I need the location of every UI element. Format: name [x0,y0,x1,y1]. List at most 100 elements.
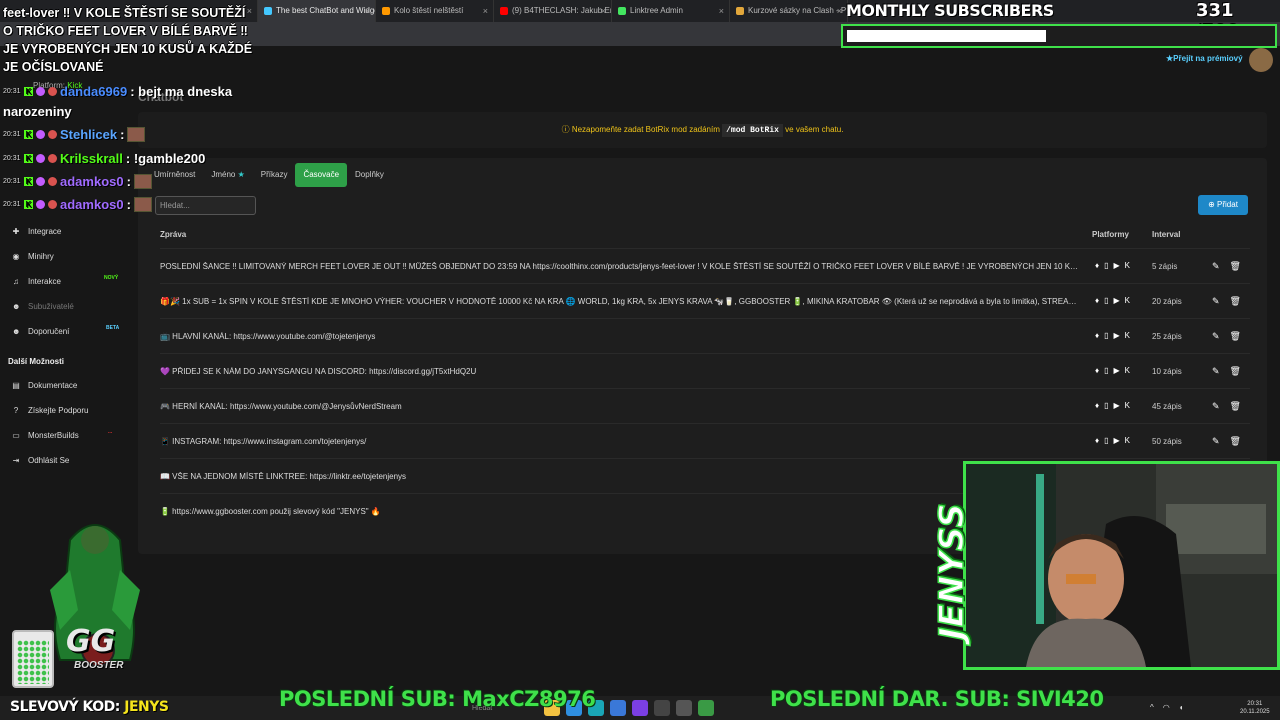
premium-link[interactable]: ★Přejít na prémiový [1166,54,1243,63]
row-actions: ✎ 🗑 [1212,436,1241,447]
gifter-badge-icon [48,177,57,186]
delete-icon[interactable]: 🗑 [1230,331,1241,342]
chat-time: 20:31 [3,88,21,95]
chat-username: Stehlicek [60,127,118,142]
timer-message: 💜 PŘIDEJ SE K NÁM DO JANYSGANGU NA DISCO… [160,367,477,376]
browser-tab[interactable]: Kolo štěstí nelštěstí × [376,0,494,22]
sidebar-more-heading: Další Možnosti [8,357,65,366]
system-clock[interactable]: 20:31 20.11.2025 [1240,700,1270,716]
close-tab-icon[interactable]: × [837,0,842,22]
app-icon[interactable] [698,700,714,716]
app-icon[interactable] [676,700,692,716]
platform-icons: ♦ ▯ ▶ K [1095,331,1130,340]
tab-moderation[interactable]: Umírněnost [146,163,203,187]
close-tab-icon[interactable]: × [601,0,606,22]
sidebar-item-získejte-podporu[interactable]: ? Získejte Podporu [12,406,89,415]
platform-icons: ♦ ▯ ▶ K [1095,366,1130,375]
chat-message: narozeniny [3,104,72,119]
timer-message: 🎁🎉 1x SUB = 1x SPIN V KOLE ŠTĚSTÍ KDE JE… [160,297,1080,306]
plus-icon: ⊕ [1208,200,1215,209]
column-header-message: Zpráva [160,230,187,239]
twitch-icon: ♦ [1095,296,1100,305]
chat-icon: ▯ [1104,366,1109,375]
booster-pattern [17,640,49,684]
delete-icon[interactable]: 🗑 [1230,401,1241,412]
edit-icon[interactable]: ✎ [1212,331,1220,342]
sidebar-item-interakce[interactable]: ♫ Interakce [12,277,61,286]
avatar[interactable] [1249,48,1273,72]
app-icon[interactable] [654,700,670,716]
delete-icon[interactable]: 🗑 [1230,296,1241,307]
chat-message: 20:31 Kadamkos0: [3,197,152,212]
twitch-icon: ♦ [1095,436,1100,445]
browser-tab[interactable]: (9) B4THECLASH: Jakub End × [494,0,612,22]
timer-interval: 10 zápis [1152,367,1182,376]
sidebar-item-label: MonsterBuilds [28,431,79,440]
sidebar-item-doporučení[interactable]: ☻ Doporučení [12,327,69,336]
help-icon: ? [13,406,19,415]
edit-icon[interactable]: ✎ [1212,366,1220,377]
sidebar-item-odhlásit-se[interactable]: ⇥ Odhlásit Se [12,456,70,465]
sidebar-item-integrace[interactable]: ✚ Integrace [12,227,62,236]
delete-icon[interactable]: 🗑 [1230,261,1241,272]
sidebar-item-subuživatelé[interactable]: ☻ Subuživatelé [12,302,74,311]
sidebar-item-dokumentace[interactable]: ▤ Dokumentace [12,381,77,390]
volume-icon[interactable]: ◖ [1179,703,1184,712]
chevron-up-icon[interactable]: ^ [1150,703,1154,712]
kick-icon: K [24,177,33,186]
wifi-icon[interactable]: ◠ [1163,703,1170,712]
sub-badge-icon [36,177,45,186]
monsterbuilds-badge: ... [108,429,113,435]
store-icon[interactable] [610,700,626,716]
search-input[interactable]: Hledat... [155,196,256,215]
screen: { "browser": { "tabs": [ {"label": "", "… [0,0,1280,720]
browser-tab[interactable]: Linktree Admin × [612,0,730,22]
edit-icon[interactable]: ✎ [1212,401,1220,412]
browser-tab[interactable]: The best ChatBot and Widgets × [258,0,376,22]
add-timer-button[interactable]: ⊕ Přidat [1198,195,1248,215]
edit-icon[interactable]: ✎ [1212,296,1220,307]
youtube-icon: ▶ [1113,296,1120,305]
kick-icon: K [24,154,33,163]
edit-icon[interactable]: ✎ [1212,261,1220,272]
kick-icon: K [1124,261,1130,270]
timer-interval: 20 zápis [1152,297,1182,306]
chat-username: Krilsskrall [60,151,123,166]
delete-icon[interactable]: 🗑 [1230,366,1241,377]
tab-commands[interactable]: Příkazy [253,163,296,187]
streamer-name-overlay: JENYSS [931,503,973,641]
chat-text: : !gamble200 [125,151,206,166]
chat-text: : [120,127,125,142]
youtube-icon: ▶ [1113,401,1120,410]
close-tab-icon[interactable]: × [483,0,488,22]
sidebar-item-monsterbuilds[interactable]: ▭ MonsterBuilds [12,431,79,440]
delete-icon[interactable]: 🗑 [1230,436,1241,447]
kick-icon: K [1124,296,1130,305]
kick-icon: K [1124,401,1130,410]
tab-favicon-icon [500,7,508,15]
browser-tab[interactable]: Kurzové sázky na Clash - Pyram× [730,0,848,22]
youtube-icon: ▶ [1113,436,1120,445]
tab-name[interactable]: Jméno ★ [203,163,252,187]
chat-text: : [126,197,131,212]
discount-code-overlay: SLEVOVÝ KOD: JENYS [10,699,169,715]
gg-booster-text: BOOSTER [74,660,124,671]
app-icon[interactable] [632,700,648,716]
close-tab-icon[interactable]: × [719,0,724,22]
close-tab-icon[interactable]: × [365,0,370,22]
tab-favicon-icon [382,7,390,15]
gifter-badge-icon [48,130,57,139]
tab-timers[interactable]: Časovače [295,163,348,187]
sidebar-item-label: Získejte Podporu [28,406,89,415]
tab-addons[interactable]: Doplňky [347,163,392,187]
sidebar-item-minihry[interactable]: ◉ Minihry [12,252,54,261]
beta-badge: BETA [106,325,120,331]
people-icon: ☻ [12,327,21,336]
chat-icon: ▯ [1104,296,1109,305]
monthly-subs-title: MONTHLY SUBSCRIBERS [846,1,1054,20]
music-icon: ♫ [13,277,19,286]
chat-time: 20:31 [3,131,21,138]
new-badge: NOVÝ [104,275,119,281]
timer-message: 📱 INSTAGRAM: https://www.instagram.com/t… [160,437,367,446]
edit-icon[interactable]: ✎ [1212,436,1220,447]
